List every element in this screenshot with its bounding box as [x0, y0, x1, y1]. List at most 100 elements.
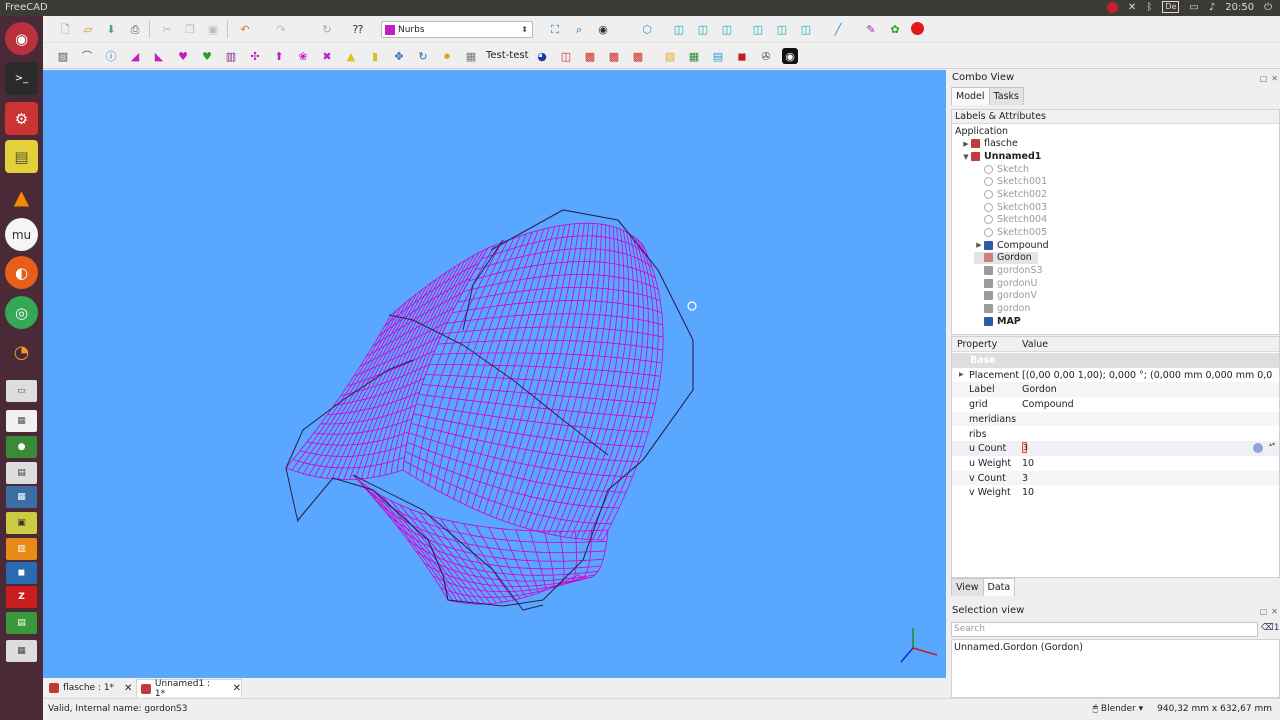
close-icon[interactable]: ✕ — [124, 683, 132, 694]
app-icon[interactable]: ● — [6, 436, 37, 458]
grid-icon[interactable]: ▦ — [463, 48, 479, 64]
app-icon[interactable]: ▤ — [6, 612, 37, 634]
filezilla-icon[interactable]: Z — [6, 586, 37, 608]
nurbs-tool-icon[interactable]: ▩ — [582, 48, 598, 64]
undo-icon[interactable]: ↶ — [237, 21, 253, 37]
float-icon[interactable]: ▢ — [1260, 607, 1268, 616]
property-row-meridians[interactable]: meridians — [952, 411, 1279, 427]
power-icon[interactable]: ⏻ — [1264, 2, 1272, 13]
right-view-icon[interactable]: ◫ — [719, 21, 735, 37]
text-editor-icon[interactable]: ▤ — [5, 140, 38, 173]
paste-icon[interactable]: ▣ — [205, 21, 221, 37]
macro-stop-icon[interactable]: ✿ — [887, 21, 903, 37]
tree-item-sketch[interactable]: Sketch — [974, 163, 1029, 176]
3d-viewport[interactable] — [43, 70, 946, 678]
float-icon[interactable]: ▢ — [1260, 74, 1268, 83]
fit-all-icon[interactable]: ⛶ — [547, 21, 563, 37]
eye-icon[interactable]: ◉ — [782, 48, 798, 64]
property-row-ribs[interactable]: ribs — [952, 427, 1279, 442]
property-value[interactable]: Gordon — [1022, 384, 1272, 395]
vlc-icon[interactable]: ▲ — [5, 180, 38, 213]
close-icon[interactable]: ✕ — [233, 683, 241, 694]
open-icon[interactable]: ▱ — [80, 21, 96, 37]
info-icon[interactable]: ⓘ — [103, 48, 119, 64]
tree-item-gordon[interactable]: Gordon — [974, 251, 1038, 265]
property-value[interactable]: 3 — [1022, 473, 1272, 484]
property-row-v-weight[interactable]: v Weight 10 — [952, 485, 1279, 500]
freecad-icon[interactable]: ⚙ — [5, 102, 38, 135]
property-row-placement[interactable]: ▶ Placement [(0,00 0,00 1,00); 0,000 °; (0… — [952, 368, 1279, 383]
nurbs-tool-icon[interactable]: ♥ — [199, 48, 215, 64]
app-icon[interactable]: ▦ — [6, 486, 37, 508]
nurbs-tool-icon[interactable]: ✣ — [247, 48, 263, 64]
left-view-icon[interactable]: ◫ — [798, 21, 814, 37]
property-row-u-weight[interactable]: u Weight 10 — [952, 456, 1279, 471]
u-count-input[interactable]: 3 — [1022, 442, 1028, 454]
property-row-u-count[interactable]: u Count 3 ▴▾ — [952, 441, 1279, 456]
app-icon[interactable]: ◼ — [6, 562, 37, 584]
nurbs-tool-icon[interactable]: ◼ — [734, 48, 750, 64]
nurbs-tool-icon[interactable]: ◢ — [127, 48, 143, 64]
cone-icon[interactable]: ▲ — [343, 48, 359, 64]
nurbs-tool-icon[interactable]: ▦ — [686, 48, 702, 64]
refresh-icon[interactable]: ↻ — [319, 21, 335, 37]
cut-icon[interactable]: ✂ — [159, 21, 175, 37]
close-icon[interactable]: ✕ — [1271, 74, 1278, 83]
tree-item-sketch005[interactable]: Sketch005 — [974, 226, 1047, 239]
chrome-icon[interactable]: ◎ — [5, 296, 38, 329]
network-icon[interactable]: ✕ — [1128, 2, 1136, 13]
fit-selection-icon[interactable]: ⌕ — [571, 21, 587, 37]
nurbs-tool-icon[interactable]: ✇ — [758, 48, 774, 64]
property-row-label[interactable]: Label Gordon — [952, 382, 1279, 398]
tree-item-sketch004[interactable]: Sketch004 — [974, 214, 1047, 227]
tree-item-gordons3[interactable]: gordonS3 — [974, 264, 1043, 277]
nurbs-tool-icon[interactable]: ◣ — [151, 48, 167, 64]
isometric-icon[interactable]: ⬡ — [639, 21, 655, 37]
print-icon[interactable]: ⎙ — [127, 21, 143, 37]
property-row-base[interactable]: Base — [952, 353, 1279, 368]
doc-tab-unnamed1[interactable]: Unnamed1 : 1* ✕ — [136, 679, 242, 699]
front-view-icon[interactable]: ◫ — [671, 21, 687, 37]
close-icon[interactable]: ✕ — [1271, 607, 1278, 616]
tree-item-sketch003[interactable]: Sketch003 — [974, 201, 1047, 214]
move-icon[interactable]: ✥ — [391, 48, 407, 64]
tree-item-flasche[interactable]: ▶ flasche — [961, 138, 1018, 151]
property-value[interactable]: Compound — [1022, 399, 1272, 410]
arrow-up-icon[interactable]: ⬆ — [271, 48, 287, 64]
app-icon[interactable]: ▦ — [6, 410, 37, 432]
rotate-icon[interactable]: ↻ — [415, 48, 431, 64]
nurbs-tool-icon[interactable]: ♥ — [175, 48, 191, 64]
whats-this-icon[interactable]: ⁇ — [350, 21, 366, 37]
battery-icon[interactable]: ▭ — [1189, 2, 1198, 13]
cross-icon[interactable]: ✖ — [319, 48, 335, 64]
nurbs-tool-icon[interactable]: ▤ — [710, 48, 726, 64]
nurbs-tool-icon[interactable]: ▩ — [606, 48, 622, 64]
selection-search-input[interactable]: Search — [951, 622, 1258, 637]
app-icon[interactable]: ▣ — [6, 512, 37, 534]
terminal-icon[interactable]: >_ — [5, 62, 38, 95]
tree-item-sketch001[interactable]: Sketch001 — [974, 176, 1047, 189]
cylinder-icon[interactable]: ▮ — [367, 48, 383, 64]
nurbs-sketch-icon[interactable]: ▧ — [55, 48, 71, 64]
app-icon[interactable]: ▥ — [6, 538, 37, 560]
test-test-label[interactable]: Test-test — [486, 50, 529, 61]
workbench-selector[interactable]: Nurbs ⬍ — [381, 21, 533, 38]
bottom-view-icon[interactable]: ◫ — [774, 21, 790, 37]
tree-item-unnamed1[interactable]: ▼ Unnamed1 — [961, 150, 1041, 163]
spinbox-arrows-icon[interactable]: ▴▾ — [1269, 441, 1275, 448]
property-value[interactable]: 10 — [1022, 487, 1272, 498]
nurbs-tool-icon[interactable]: ❀ — [295, 48, 311, 64]
expand-toggle-icon[interactable]: ▼ — [961, 153, 971, 161]
mu-editor-icon[interactable]: mu — [5, 218, 38, 251]
tab-tasks[interactable]: Tasks — [988, 87, 1024, 105]
tab-view[interactable]: View — [951, 578, 984, 596]
expand-toggle-icon[interactable]: ▶ — [959, 371, 964, 378]
redo-icon[interactable]: ↷ — [273, 21, 289, 37]
tree-item-gordon[interactable]: gordon — [974, 302, 1030, 315]
tree-item-map[interactable]: MAP — [974, 315, 1021, 328]
tab-model[interactable]: Model — [951, 87, 990, 105]
new-icon[interactable]: 🗋 — [57, 21, 73, 37]
nurbs-tool-icon[interactable]: ◫ — [558, 48, 574, 64]
blender-icon[interactable]: ◔ — [5, 336, 38, 369]
tree-item-gordonu[interactable]: gordonU — [974, 277, 1037, 290]
